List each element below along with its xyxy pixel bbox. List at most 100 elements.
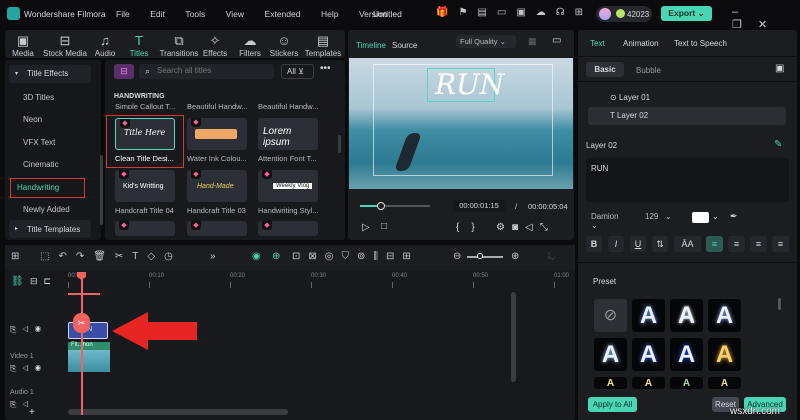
split-scissors-icon[interactable]: ✂ — [73, 313, 90, 333]
zoom-slider[interactable] — [467, 253, 503, 259]
snapshot-view-icon[interactable]: ▭ — [552, 35, 561, 46]
eyedropper-icon[interactable]: ✒ — [730, 211, 738, 222]
tab-stickers[interactable]: ☺ Stickers — [264, 33, 304, 58]
align-right-icon[interactable]: ≡ — [728, 236, 745, 252]
work-area-bar[interactable] — [68, 293, 100, 295]
menu-extended[interactable]: Extended — [265, 9, 301, 19]
tab-stock-media[interactable]: ⊟ Stock Media — [40, 33, 90, 58]
tab-media[interactable]: ▣ Media — [3, 33, 43, 58]
video-clip[interactable]: Fit...hon — [68, 342, 110, 372]
preset-item[interactable]: A — [632, 338, 665, 371]
menu-tools[interactable]: Tools — [185, 9, 205, 19]
bold-button[interactable]: B — [586, 236, 602, 252]
credits-badge[interactable]: 42023 — [596, 6, 652, 22]
category-cinematic[interactable]: Cinematic — [23, 160, 59, 169]
vertical-scrollbar[interactable] — [511, 292, 516, 382]
subtab-bubble[interactable]: Bubble — [636, 66, 661, 75]
category-handwriting[interactable]: Handwriting — [10, 178, 85, 198]
tab-timeline[interactable]: Timeline — [356, 41, 386, 50]
tab-text[interactable]: Text — [590, 39, 605, 48]
snap-icon[interactable]: ⊕ — [272, 251, 280, 262]
library-scrollbar[interactable] — [338, 135, 341, 153]
preset-item[interactable]: A — [632, 377, 665, 389]
menu-view[interactable]: View — [226, 9, 244, 19]
color-dropdown-icon[interactable]: ⌄ — [712, 212, 719, 221]
title-effects-group[interactable]: ▾ Title Effects — [9, 65, 91, 83]
avatar[interactable] — [599, 8, 611, 20]
preset-item[interactable]: A — [708, 338, 741, 371]
title-thumb[interactable]: ◆ — [258, 221, 318, 236]
menu-edit[interactable]: Edit — [150, 9, 165, 19]
preset-scrollbar[interactable] — [778, 298, 781, 310]
layer-02[interactable]: T Layer 02 — [588, 107, 786, 125]
line-spacing-icon[interactable]: ⇅ — [652, 236, 668, 252]
font-size-dropdown[interactable]: 129 ⌄ — [640, 210, 684, 224]
preset-item[interactable]: A — [632, 299, 665, 332]
search-box[interactable]: ⌕ — [139, 64, 274, 79]
timeline-feature-icons[interactable]: ⊡⊠◎⛉⊚⫼⊟⊞ — [292, 251, 419, 262]
zoom-in-icon[interactable]: ⊕ — [511, 251, 519, 262]
export-button[interactable]: Export ⌄ — [661, 6, 712, 21]
ai-mate-icon[interactable]: ◉ — [252, 251, 261, 262]
layer-01[interactable]: ⊙ Layer 01 — [610, 93, 650, 102]
playhead[interactable] — [81, 275, 83, 415]
link-icon[interactable]: ⛓ — [11, 276, 24, 287]
play-icon[interactable]: ▷ — [362, 222, 370, 233]
mark-in-out-icons[interactable]: {} — [456, 222, 487, 233]
title-thumb-handcraft-03[interactable]: ◆ Hand-Made — [187, 170, 247, 202]
more-tools-icon[interactable]: » — [210, 251, 216, 262]
preset-item[interactable]: A — [670, 299, 703, 332]
stop-icon[interactable]: □ — [381, 221, 387, 232]
title-thumb-handwriting-style[interactable]: ◆ Weekly Vlog — [258, 170, 318, 202]
preset-item[interactable]: A — [670, 338, 703, 371]
tab-titles[interactable]: T Titles — [119, 33, 159, 58]
tab-text-to-speech[interactable]: Text to Speech — [674, 39, 727, 48]
title-track-controls[interactable]: ⎘◁◉ — [10, 325, 47, 335]
category-3d-titles[interactable]: 3D Titles — [23, 93, 54, 102]
grid-icon[interactable]: ▦ — [528, 36, 537, 47]
save-preset-icon[interactable]: ▣ — [775, 63, 784, 74]
tab-effects[interactable]: ✧ Effects — [195, 33, 235, 58]
font-dropdown[interactable]: Damion ⌄ — [586, 210, 632, 230]
italic-button[interactable]: I — [608, 236, 624, 252]
quality-dropdown[interactable]: Full Quality ⌄ — [456, 35, 516, 48]
title-thumb-water-ink[interactable]: ◆ — [187, 118, 247, 150]
font-color-swatch[interactable] — [692, 212, 709, 223]
title-thumb[interactable]: ◆ — [187, 221, 247, 236]
video-track-controls[interactable]: ⎘◁◉ — [10, 364, 47, 374]
category-newly-added[interactable]: Newly Added — [23, 205, 70, 214]
subtab-basic[interactable]: Basic — [586, 62, 624, 77]
ai-write-icon[interactable]: ✎ — [774, 139, 782, 150]
edit-tools-icons[interactable]: ⬚↶↷🗑✂T◇◷ — [40, 251, 182, 262]
filter-dropdown[interactable]: All ⊻ — [281, 64, 314, 79]
window-controls[interactable]: –❐✕ — [732, 6, 800, 31]
apply-to-all-button[interactable]: Apply to All — [588, 397, 637, 412]
render-snapshot-audio-fullscreen-icons[interactable]: ⚙◙◁⤡ — [496, 222, 555, 233]
playback-slider[interactable] — [360, 202, 430, 210]
header-icons[interactable]: 🎁⚑▤▭▣☁☊⊞ — [436, 7, 593, 18]
preset-item[interactable]: A — [708, 299, 741, 332]
menu-file[interactable]: File — [116, 9, 130, 19]
video-preview[interactable]: RUN — [349, 58, 573, 189]
tab-animation[interactable]: Animation — [623, 39, 659, 48]
category-vfx-text[interactable]: VFX Text — [23, 138, 55, 147]
tab-templates[interactable]: ▤ Templates — [301, 33, 345, 58]
menu-help[interactable]: Help — [321, 9, 338, 19]
track-height-icon[interactable]: ⦙⌄ — [548, 251, 556, 262]
case-dropdown-icon[interactable]: ĀA — [674, 236, 701, 252]
track-manage-icons[interactable]: ⊟⊏ — [30, 276, 57, 287]
align-left-icon[interactable]: ≡ — [706, 236, 723, 252]
category-neon[interactable]: Neon — [23, 115, 42, 124]
more-icon[interactable]: ••• — [320, 63, 331, 74]
underline-button[interactable]: U — [630, 236, 646, 252]
add-track-icon[interactable]: + — [29, 407, 35, 418]
zoom-out-icon[interactable]: ⊖ — [453, 251, 461, 262]
title-thumb-attention-font[interactable]: Lorem ipsum — [258, 118, 318, 150]
horizontal-scrollbar[interactable] — [68, 409, 288, 415]
tab-source[interactable]: Source — [392, 41, 417, 50]
preset-item[interactable]: A — [670, 377, 703, 389]
preset-item[interactable]: A — [708, 377, 741, 389]
layout-icon[interactable]: ⊞ — [11, 251, 19, 262]
justify-icon[interactable]: ≡ — [772, 236, 789, 252]
preset-none-icon[interactable]: ⊘ — [594, 299, 627, 332]
